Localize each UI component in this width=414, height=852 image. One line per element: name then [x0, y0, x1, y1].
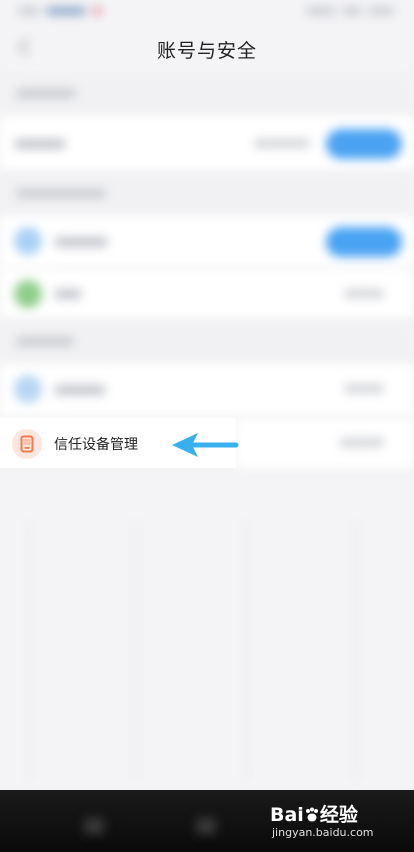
phone-icon	[12, 429, 42, 459]
nav-bar: 账号与安全	[0, 22, 414, 72]
page-title: 账号与安全	[156, 40, 257, 62]
trusted-device-value	[236, 418, 414, 468]
nav-button[interactable]	[84, 818, 104, 834]
paw-icon	[305, 807, 318, 822]
settings-row[interactable]	[0, 116, 414, 172]
baidu-watermark: Bai 经验 jingyan.baidu.com	[270, 798, 400, 844]
section-header	[0, 72, 414, 116]
annotation-arrow	[168, 428, 240, 466]
settings-row[interactable]	[0, 364, 414, 416]
trusted-device-label: 信任设备管理	[54, 437, 138, 453]
action-button[interactable]	[326, 227, 402, 257]
settings-row[interactable]	[0, 269, 414, 319]
empty-area	[0, 520, 414, 780]
watermark-logo: Bai 经验	[270, 804, 358, 826]
status-bar	[0, 0, 414, 22]
section-header	[0, 172, 414, 216]
watermark-url: jingyan.baidu.com	[272, 826, 374, 839]
nav-button[interactable]	[196, 818, 216, 834]
settings-row[interactable]	[0, 216, 414, 268]
section-header	[0, 320, 414, 364]
action-button[interactable]	[326, 129, 402, 159]
